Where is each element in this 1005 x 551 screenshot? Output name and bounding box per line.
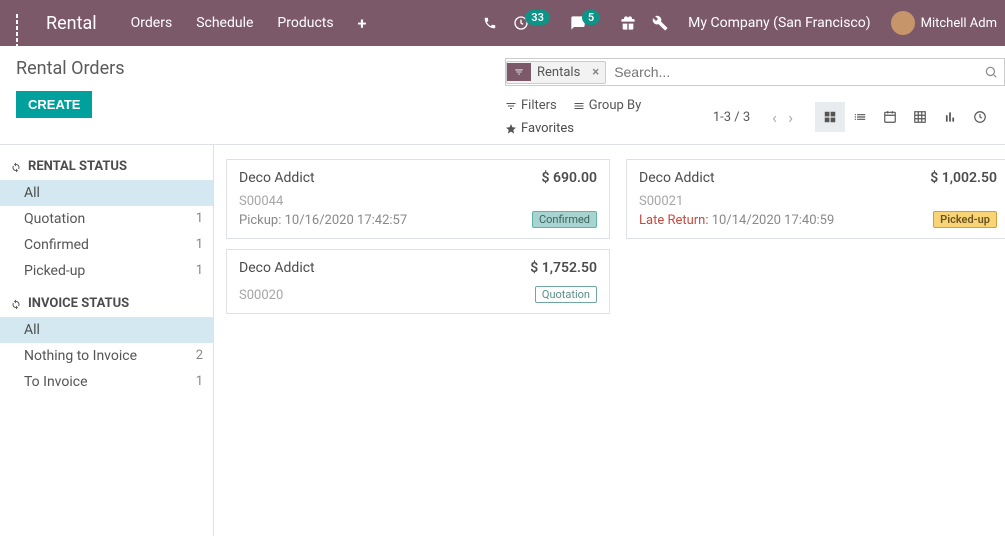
view-graph-icon[interactable]: [935, 102, 965, 132]
view-activity-icon[interactable]: [965, 102, 995, 132]
activity-icon[interactable]: 33: [513, 15, 554, 31]
status-tag: Picked-up: [933, 211, 997, 228]
sidebar-item-confirmed[interactable]: Confirmed1: [0, 232, 213, 258]
facet-remove-icon[interactable]: ×: [586, 62, 605, 83]
filters-button[interactable]: Filters: [505, 98, 557, 113]
user-menu[interactable]: Mitchell Adm: [891, 11, 997, 35]
phone-icon[interactable]: [483, 16, 497, 30]
card-price: $ 1,002.50: [930, 170, 997, 186]
messages-badge: 5: [582, 10, 600, 25]
card-order-number: S00020: [239, 288, 283, 303]
page-title: Rental Orders: [16, 58, 125, 79]
card-order-number: S00044: [239, 194, 597, 209]
control-panel: Rental Orders CREATE Rentals ×: [0, 46, 1005, 145]
nav-orders[interactable]: Orders: [127, 15, 177, 31]
card-date: Pickup: 10/16/2020 17:42:57: [239, 213, 407, 228]
refresh-icon: [10, 298, 22, 310]
view-list-icon[interactable]: [845, 102, 875, 132]
sidebar-item-toinvoice[interactable]: To Invoice1: [0, 369, 213, 395]
nav-add[interactable]: +: [354, 14, 371, 33]
refresh-icon: [10, 161, 22, 173]
sidebar-item-invoice-all[interactable]: All: [0, 317, 213, 343]
card-price: $ 690.00: [542, 170, 597, 186]
company-selector[interactable]: My Company (San Francisco): [684, 15, 874, 31]
kanban-card[interactable]: Deco Addict $ 1,002.50 S00021 Late Retur…: [626, 159, 1005, 239]
search-facet: Rentals ×: [506, 61, 606, 84]
sidebar-item-all[interactable]: All: [0, 180, 213, 206]
pager-prev-icon[interactable]: ‹: [768, 108, 781, 127]
section-invoice-status: INVOICE STATUS: [0, 290, 213, 317]
kanban-card[interactable]: Deco Addict $ 1,752.50 S00020 Quotation: [226, 249, 610, 314]
section-rental-status: RENTAL STATUS: [0, 153, 213, 180]
status-tag: Confirmed: [532, 211, 597, 228]
status-tag: Quotation: [535, 286, 597, 303]
gift-icon[interactable]: [620, 15, 636, 31]
card-date: Late Return: 10/14/2020 17:40:59: [639, 213, 834, 228]
brand-title: Rental: [42, 13, 111, 34]
search-input[interactable]: [606, 59, 966, 85]
kanban-card[interactable]: Deco Addict $ 690.00 S00044 Pickup: 10/1…: [226, 159, 610, 239]
filter-icon: [507, 63, 531, 81]
apps-icon[interactable]: [8, 14, 26, 32]
user-name: Mitchell Adm: [921, 16, 997, 31]
create-button[interactable]: CREATE: [16, 91, 92, 118]
view-pivot-icon[interactable]: [905, 102, 935, 132]
view-kanban-icon[interactable]: [815, 102, 845, 132]
groupby-button[interactable]: Group By: [573, 98, 642, 113]
favorites-button[interactable]: Favorites: [505, 121, 641, 136]
top-navbar: Rental Orders Schedule Products + 33 5 M…: [0, 0, 1005, 46]
card-customer: Deco Addict: [239, 260, 315, 276]
card-customer: Deco Addict: [239, 170, 315, 186]
card-price: $ 1,752.50: [530, 260, 597, 276]
sidebar-item-quotation[interactable]: Quotation1: [0, 206, 213, 232]
pager-text: 1-3 / 3: [713, 110, 750, 125]
card-order-number: S00021: [639, 194, 997, 209]
card-customer: Deco Addict: [639, 170, 715, 186]
avatar: [891, 11, 915, 35]
nav-products[interactable]: Products: [273, 15, 337, 31]
nav-schedule[interactable]: Schedule: [192, 15, 257, 31]
sidebar-item-pickedup[interactable]: Picked-up1: [0, 258, 213, 284]
messages-icon[interactable]: 5: [570, 15, 604, 31]
filter-sidebar: RENTAL STATUS All Quotation1 Confirmed1 …: [0, 145, 214, 536]
search-icon[interactable]: [984, 65, 1004, 79]
sidebar-item-nothingtoinvoice[interactable]: Nothing to Invoice2: [0, 343, 213, 369]
pager-next-icon[interactable]: ›: [784, 108, 797, 127]
facet-label: Rentals: [531, 62, 586, 83]
activity-badge: 33: [525, 10, 550, 25]
tools-icon[interactable]: [652, 15, 668, 31]
kanban-content: Deco Addict $ 690.00 S00044 Pickup: 10/1…: [214, 145, 1005, 536]
view-calendar-icon[interactable]: [875, 102, 905, 132]
